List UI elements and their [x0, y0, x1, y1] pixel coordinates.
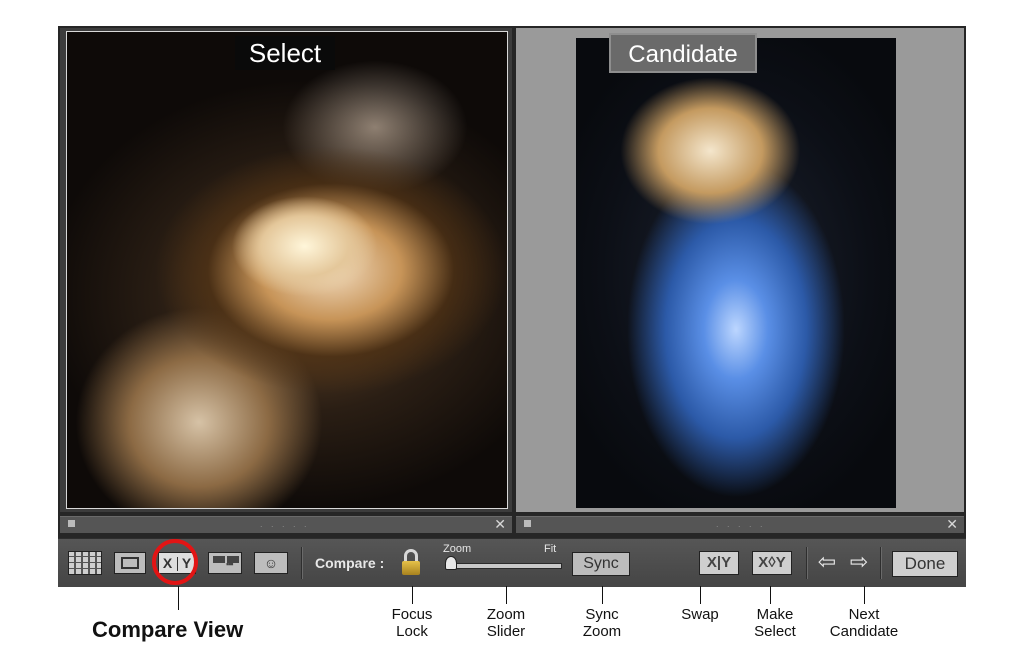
select-label: Select [235, 36, 335, 70]
rating-dots[interactable]: . . . . . [716, 519, 766, 529]
select-info-strip: . . . . . ✕ [60, 516, 512, 533]
callout-line-1: Sync [585, 606, 619, 623]
survey-view-icon[interactable] [208, 552, 242, 574]
candidate-label: Candidate [609, 33, 757, 73]
callout-line-2: Slider [486, 623, 526, 640]
candidate-photo[interactable] [576, 38, 896, 508]
leader-line [864, 586, 865, 604]
leader-line [700, 586, 701, 604]
lock-icon[interactable] [402, 549, 420, 575]
rating-dots[interactable]: . . . . . [260, 519, 310, 529]
callout-line-1: Next [848, 606, 880, 623]
done-button[interactable]: Done [892, 551, 958, 577]
close-icon[interactable]: ✕ [946, 516, 958, 533]
compare-window: Select Candidate . . . . . ✕ . . . . . ✕ [58, 26, 966, 586]
flag-icon[interactable] [68, 520, 75, 527]
leader-line [602, 586, 603, 604]
callout-line-1: Focus [391, 606, 433, 623]
callout-compare-view: Compare View [92, 617, 244, 642]
grid-view-icon[interactable] [68, 551, 102, 575]
zoom-slider-knob[interactable] [445, 556, 457, 570]
next-arrow-icon[interactable]: ⇨ [848, 551, 870, 574]
zoom-label: Zoom [443, 543, 472, 555]
zoom-slider-track[interactable] [448, 563, 562, 569]
callout-line-2: Candidate [829, 623, 899, 640]
callout-zoom-slider: Zoom Slider [476, 606, 536, 640]
callout-focus-lock: Focus Lock [382, 606, 442, 640]
select-pane: Select [60, 28, 512, 512]
lock-body [402, 561, 420, 575]
callout-sync-zoom: Sync Zoom [572, 606, 632, 640]
callout-make-select: Make Select [740, 606, 810, 640]
candidate-pane: Candidate [516, 28, 964, 512]
sync-button[interactable]: Sync [572, 552, 630, 576]
fit-label: Fit [544, 543, 557, 555]
callout-line-2: Select [754, 623, 796, 640]
toolbar-divider [301, 547, 302, 579]
swap-button[interactable]: X|Y [699, 551, 739, 575]
previous-arrow-icon[interactable]: ⇦ [816, 551, 838, 574]
leader-line [178, 586, 179, 610]
toolbar-divider [806, 547, 807, 579]
leader-line [770, 586, 771, 604]
callout-line-1: Make [756, 606, 794, 623]
callout-line-2: Lock [396, 623, 428, 640]
candidate-info-strip: . . . . . ✕ [516, 516, 964, 533]
compare-label: Compare : [315, 555, 385, 571]
close-icon[interactable]: ✕ [494, 516, 506, 533]
toolbar-divider [880, 547, 881, 579]
highlight-ring [152, 539, 198, 585]
flag-icon[interactable] [524, 520, 531, 527]
select-photo[interactable] [66, 31, 508, 509]
loupe-view-icon[interactable] [114, 552, 146, 574]
leader-line [506, 586, 507, 604]
people-view-icon[interactable]: ☺ [254, 552, 288, 574]
make-select-button[interactable]: X◊Y [752, 551, 792, 575]
leader-line [412, 586, 413, 604]
callout-line-1: Zoom [486, 606, 526, 623]
callout-swap: Swap [670, 606, 730, 623]
callout-next-candidate: Next Candidate [822, 606, 906, 640]
callout-line-2: Zoom [582, 623, 622, 640]
callout-line-1: Swap [681, 606, 719, 623]
